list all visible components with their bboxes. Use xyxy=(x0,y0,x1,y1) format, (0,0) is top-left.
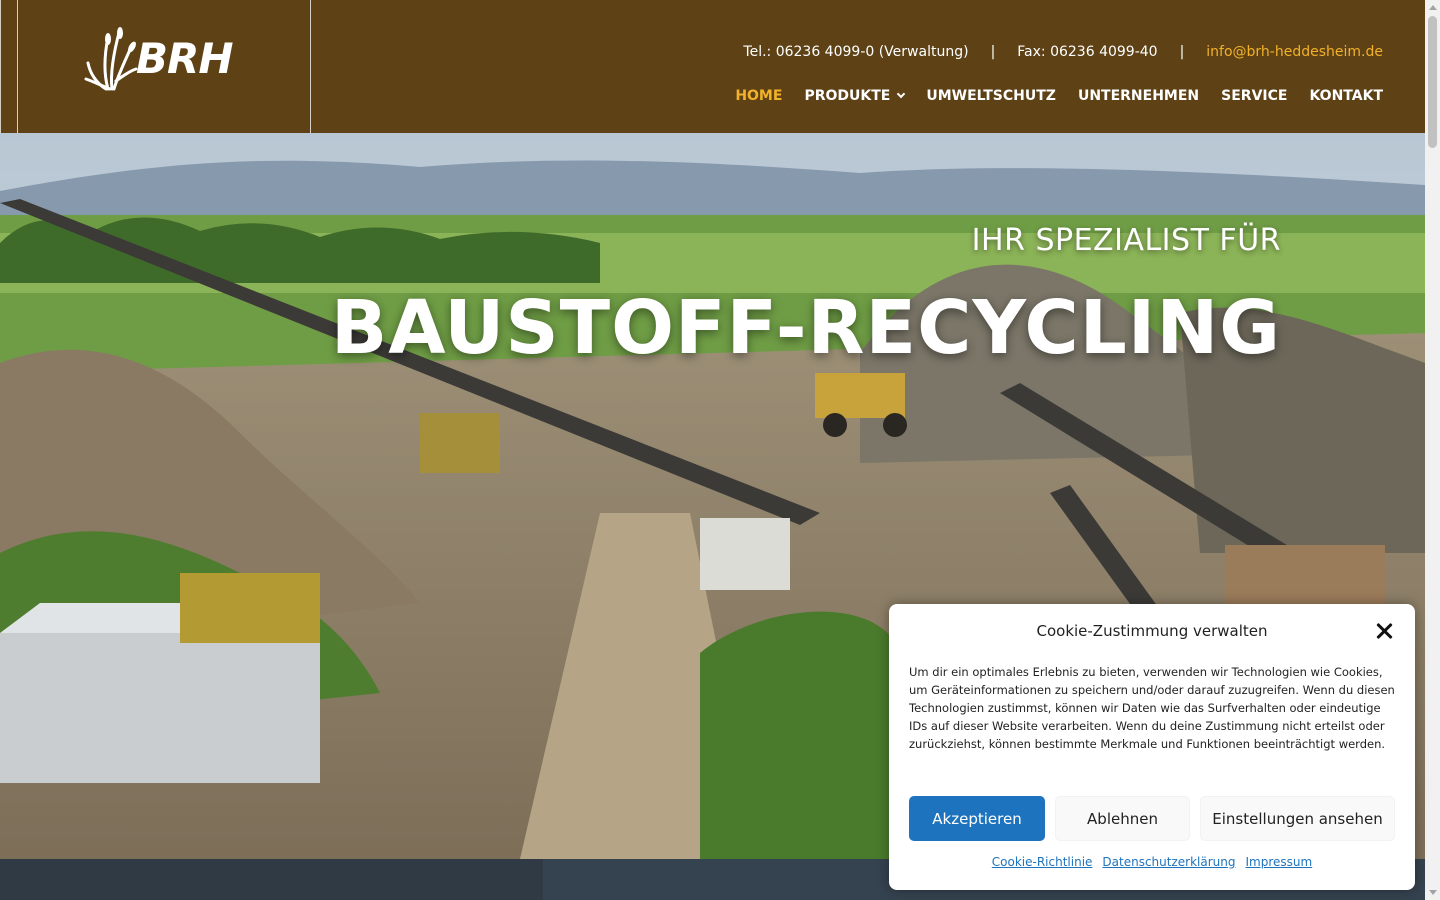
contact-bar: Tel.: 06236 4099-0 (Verwaltung) | Fax: 0… xyxy=(743,44,1383,60)
site-header: BRH Tel.: 06236 4099-0 (Verwaltung) | Fa… xyxy=(0,0,1425,133)
separator: | xyxy=(1179,44,1185,60)
cookie-description: Um dir ein optimales Erlebnis zu bieten,… xyxy=(909,665,1395,751)
main-navigation: HOME PRODUKTE UMWELTSCHUTZ UNTERNEHMEN S… xyxy=(713,88,1383,104)
scroll-down-arrow-icon[interactable] xyxy=(1429,890,1437,895)
wheat-sheaf-icon xyxy=(84,27,138,91)
brand-logo[interactable]: BRH xyxy=(84,22,244,94)
close-icon[interactable] xyxy=(1375,621,1395,641)
fax-text: Fax: 06236 4099-40 xyxy=(1017,44,1158,60)
nav-item-produkte[interactable]: PRODUKTE xyxy=(804,88,906,104)
email-link[interactable]: info@brh-heddesheim.de xyxy=(1206,44,1383,60)
imprint-link[interactable]: Impressum xyxy=(1246,855,1313,869)
nav-item-unternehmen[interactable]: UNTERNEHMEN xyxy=(1078,88,1199,104)
nav-item-umweltschutz[interactable]: UMWELTSCHUTZ xyxy=(926,88,1056,104)
nav-label: KONTAKT xyxy=(1309,88,1383,104)
logo-text: BRH xyxy=(136,33,234,83)
header-divider xyxy=(0,0,1,133)
cookie-policy-link[interactable]: Cookie-Richtlinie xyxy=(992,855,1093,869)
cookie-links: Cookie-Richtlinie Datenschutzerklärung I… xyxy=(889,855,1415,869)
page-scrollbar[interactable] xyxy=(1425,0,1440,900)
hero-subtitle: IHR SPEZIALIST FÜR xyxy=(971,223,1281,258)
privacy-policy-link[interactable]: Datenschutzerklärung xyxy=(1102,855,1235,869)
nav-item-home[interactable]: HOME xyxy=(735,88,782,104)
nav-label: UNTERNEHMEN xyxy=(1077,88,1200,104)
header-divider xyxy=(17,0,18,133)
cookie-title: Cookie-Zustimmung verwalten xyxy=(1036,622,1268,640)
nav-label: SERVICE xyxy=(1221,88,1288,104)
nav-label: HOME xyxy=(735,88,783,104)
chevron-down-icon xyxy=(897,89,906,99)
deny-button[interactable]: Ablehnen xyxy=(1055,796,1190,841)
header-divider xyxy=(310,0,311,133)
nav-item-kontakt[interactable]: KONTAKT xyxy=(1309,88,1383,104)
cookie-consent-dialog: Cookie-Zustimmung verwalten Um dir ein o… xyxy=(889,604,1415,890)
nav-item-service[interactable]: SERVICE xyxy=(1221,88,1287,104)
accept-button[interactable]: Akzeptieren xyxy=(909,796,1045,841)
nav-label: PRODUKTE xyxy=(804,88,891,104)
separator: | xyxy=(990,44,996,60)
nav-label: UMWELTSCHUTZ xyxy=(926,88,1056,104)
view-settings-button[interactable]: Einstellungen ansehen xyxy=(1200,796,1395,841)
phone-text: Tel.: 06236 4099-0 (Verwaltung) xyxy=(743,44,969,60)
scroll-thumb[interactable] xyxy=(1428,16,1437,148)
scroll-up-arrow-icon[interactable] xyxy=(1429,5,1437,10)
hero-title: BAUSTOFF-RECYCLING xyxy=(330,285,1281,371)
